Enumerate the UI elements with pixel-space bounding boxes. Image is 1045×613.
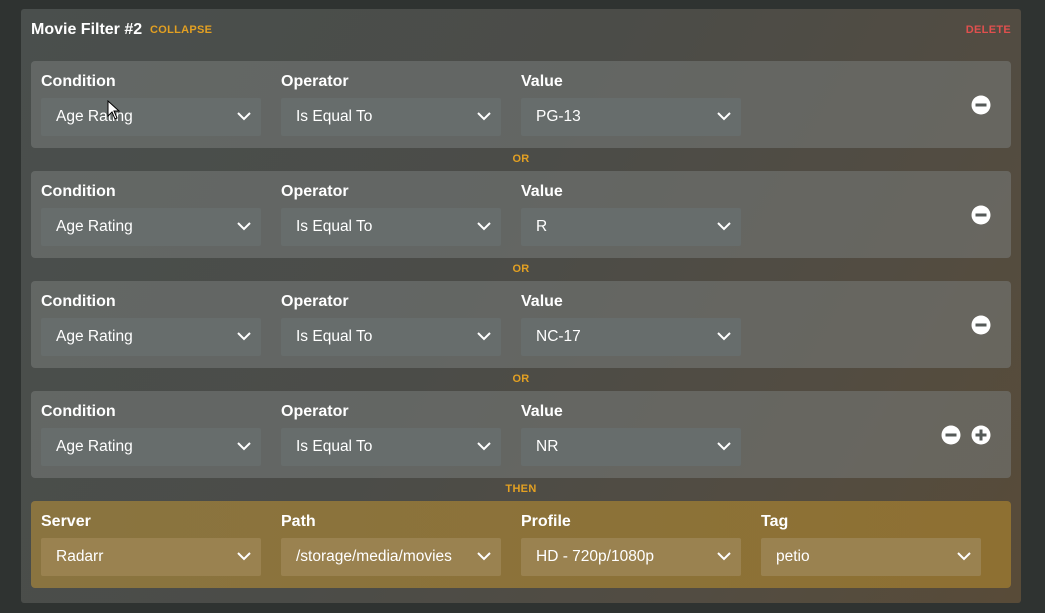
chevron-down-icon (477, 442, 491, 451)
server-field: Server Radarr (41, 513, 261, 576)
condition-select-value: Age Rating (56, 108, 133, 125)
minus-circle-icon[interactable] (971, 205, 991, 225)
condition-field: Condition Age Rating (41, 293, 261, 356)
value-label: Value (521, 73, 563, 90)
condition-label: Condition (41, 183, 116, 200)
then-separator: THEN (505, 483, 537, 495)
condition-label: Condition (41, 293, 116, 310)
value-select-value: PG-13 (536, 108, 581, 125)
operator-label: Operator (281, 293, 349, 310)
condition-select[interactable]: Age Rating (41, 428, 261, 466)
operator-select-value: Is Equal To (296, 438, 373, 455)
condition-select[interactable]: Age Rating (41, 318, 261, 356)
profile-select[interactable]: HD - 720p/1080p (521, 538, 741, 576)
value-select[interactable]: R (521, 208, 741, 246)
value-field: Value NR (521, 403, 741, 466)
minus-circle-icon[interactable] (971, 315, 991, 335)
chevron-down-icon (237, 332, 251, 341)
or-separator: OR (512, 373, 530, 385)
server-select[interactable]: Radarr (41, 538, 261, 576)
condition-select-value: Age Rating (56, 438, 133, 455)
chevron-down-icon (477, 332, 491, 341)
operator-select[interactable]: Is Equal To (281, 428, 501, 466)
value-select[interactable]: NC-17 (521, 318, 741, 356)
profile-field: Profile HD - 720p/1080p (521, 513, 741, 576)
condition-row-4: Condition Age Rating Operator Is Equal T… (31, 391, 1011, 478)
value-label: Value (521, 293, 563, 310)
operator-select[interactable]: Is Equal To (281, 318, 501, 356)
chevron-down-icon (237, 222, 251, 231)
value-field: Value R (521, 183, 741, 246)
condition-field: Condition Age Rating (41, 73, 261, 136)
filter-title: Movie Filter #2 (31, 21, 143, 38)
mouse-cursor-icon (107, 100, 121, 120)
value-label: Value (521, 403, 563, 420)
operator-select-value: Is Equal To (296, 328, 373, 345)
tag-label: Tag (761, 513, 789, 530)
condition-label: Condition (41, 73, 116, 90)
server-label: Server (41, 513, 91, 530)
tag-field: Tag petio (761, 513, 981, 576)
profile-label: Profile (521, 513, 571, 530)
value-label: Value (521, 183, 563, 200)
value-select[interactable]: PG-13 (521, 98, 741, 136)
operator-select-value: Is Equal To (296, 108, 373, 125)
value-select-value: NC-17 (536, 328, 581, 345)
operator-field: Operator Is Equal To (281, 293, 501, 356)
value-select-value: R (536, 218, 548, 235)
chevron-down-icon (717, 112, 731, 121)
operator-select[interactable]: Is Equal To (281, 98, 501, 136)
profile-select-value: HD - 720p/1080p (536, 548, 655, 565)
value-field: Value NC-17 (521, 293, 741, 356)
chevron-down-icon (237, 442, 251, 451)
operator-label: Operator (281, 403, 349, 420)
operator-label: Operator (281, 73, 349, 90)
condition-select[interactable]: Age Rating (41, 208, 261, 246)
chevron-down-icon (717, 552, 731, 561)
operator-select-value: Is Equal To (296, 218, 373, 235)
value-select[interactable]: NR (521, 428, 741, 466)
condition-field: Condition Age Rating (41, 403, 261, 466)
value-field: Value PG-13 (521, 73, 741, 136)
chevron-down-icon (237, 552, 251, 561)
minus-circle-icon[interactable] (971, 95, 991, 115)
operator-field: Operator Is Equal To (281, 73, 501, 136)
chevron-down-icon (957, 552, 971, 561)
value-select-value: NR (536, 438, 559, 455)
chevron-down-icon (717, 442, 731, 451)
path-field: Path /storage/media/movies (281, 513, 501, 576)
condition-select-value: Age Rating (56, 218, 133, 235)
server-select-value: Radarr (56, 548, 104, 565)
tag-select[interactable]: petio (761, 538, 981, 576)
minus-circle-icon[interactable] (941, 425, 961, 445)
plus-circle-icon[interactable] (971, 425, 991, 445)
condition-row-3: Condition Age Rating Operator Is Equal T… (31, 281, 1011, 368)
movie-filter-panel: Movie Filter #2 COLLAPSE DELETE Conditio… (21, 9, 1021, 603)
operator-field: Operator Is Equal To (281, 403, 501, 466)
chevron-down-icon (717, 222, 731, 231)
collapse-button[interactable]: COLLAPSE (150, 24, 212, 36)
chevron-down-icon (717, 332, 731, 341)
delete-button[interactable]: DELETE (966, 24, 1011, 36)
or-separator: OR (512, 263, 530, 275)
chevron-down-icon (477, 222, 491, 231)
path-select[interactable]: /storage/media/movies (281, 538, 501, 576)
path-label: Path (281, 513, 316, 530)
condition-row-2: Condition Age Rating Operator Is Equal T… (31, 171, 1011, 258)
condition-label: Condition (41, 403, 116, 420)
condition-field: Condition Age Rating (41, 183, 261, 246)
operator-field: Operator Is Equal To (281, 183, 501, 246)
action-row: Server Radarr Path /storage/media/movies… (31, 501, 1011, 588)
condition-select-value: Age Rating (56, 328, 133, 345)
chevron-down-icon (477, 112, 491, 121)
chevron-down-icon (477, 552, 491, 561)
or-separator: OR (512, 153, 530, 165)
path-select-value: /storage/media/movies (296, 548, 452, 565)
operator-select[interactable]: Is Equal To (281, 208, 501, 246)
chevron-down-icon (237, 112, 251, 121)
condition-row-1: Condition Age Rating Operator Is Equal T… (31, 61, 1011, 148)
operator-label: Operator (281, 183, 349, 200)
tag-select-value: petio (776, 548, 810, 565)
condition-select[interactable]: Age Rating (41, 98, 261, 136)
